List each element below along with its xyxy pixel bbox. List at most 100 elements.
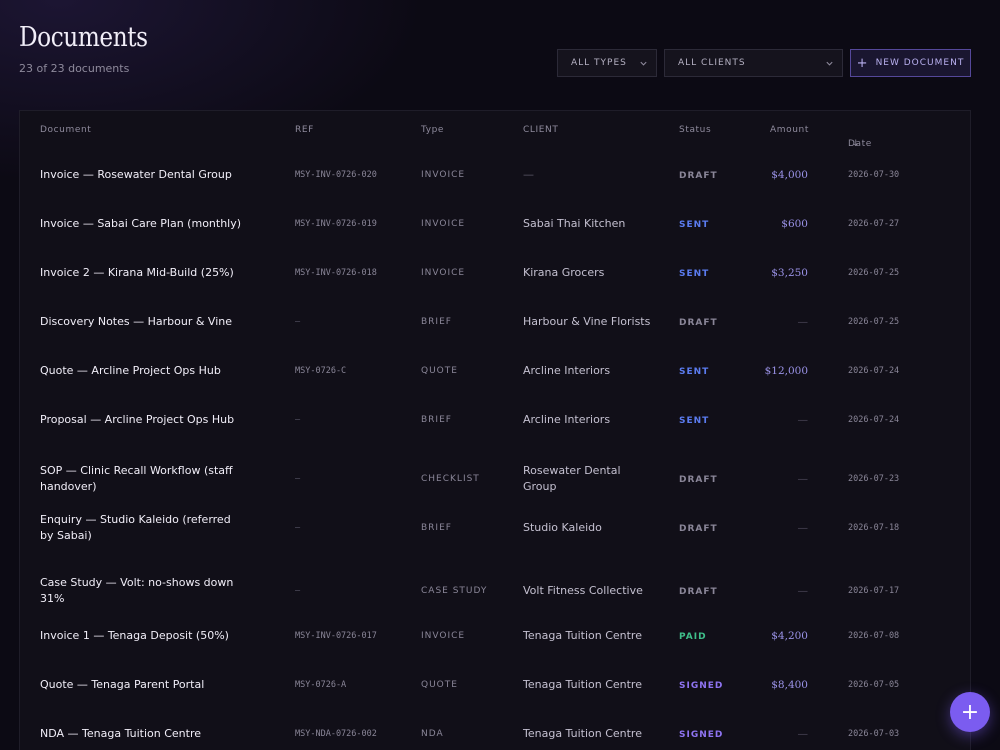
table-row[interactable]: NDA — Tenaga Tuition Centre MSY-NDA-0726-… (20, 709, 970, 750)
client-filter-select[interactable]: ALL CLIENTS (664, 49, 843, 77)
status-badge: SENT (679, 415, 710, 426)
document-name: Discovery Notes — Harbour & Vine (40, 314, 232, 328)
table-row[interactable]: Proposal — Arcline Project Ops Hub — BRIEF… (20, 395, 970, 444)
document-type: QUOTE (421, 679, 458, 690)
document-amount: — (797, 585, 809, 597)
page-title: Documents (19, 22, 148, 53)
document-amount: $4,200 (771, 629, 808, 642)
status-badge: DRAFT (679, 587, 718, 597)
document-date: 2026-07-24 (848, 365, 900, 376)
document-type: INVOICE (421, 218, 466, 229)
document-ref: MSY-INV-0726-017 (295, 630, 377, 641)
status-badge: PAID (679, 631, 707, 642)
document-amount: $600 (781, 217, 808, 230)
document-date: 2026-07-27 (848, 218, 900, 229)
status-badge: SIGNED (679, 729, 724, 740)
document-name: Invoice — Sabai Care Plan (monthly) (40, 216, 242, 230)
document-amount: $4,000 (771, 168, 808, 181)
document-date: 2026-07-08 (848, 630, 900, 641)
chevron-down-icon (826, 61, 833, 66)
add-document-fab[interactable]: + (950, 692, 990, 732)
document-name: Invoice 2 — Kirana Mid-Build (25%) (40, 265, 234, 279)
chevron-down-icon (640, 61, 647, 66)
table-row[interactable]: Invoice 2 — Kirana Mid-Build (25%) MSY-IN… (20, 248, 970, 297)
table-row[interactable]: Discovery Notes — Harbour & Vine — BRIEF Ha… (20, 297, 970, 346)
documents-table: Document REF Type CLIENT Status Amount D… (19, 110, 971, 750)
column-header-document[interactable]: Document (40, 125, 91, 135)
status-badge: DRAFT (679, 523, 718, 534)
document-date: 2026-07-18 (848, 522, 900, 533)
document-amount: — (797, 521, 809, 534)
document-client: Rosewater Dental Group (523, 463, 621, 493)
document-date: 2026-07-30 (848, 169, 900, 180)
document-date: 2026-07-03 (848, 728, 900, 739)
document-ref: MSY-0726-A (295, 679, 347, 690)
document-name: Invoice — Rosewater Dental Group (40, 167, 232, 181)
document-ref: — (295, 473, 301, 484)
status-badge: SENT (679, 219, 710, 230)
table-row[interactable]: Quote — Tenaga Parent Portal MSY-0726-A QU… (20, 660, 970, 709)
table-header: Document REF Type CLIENT Status Amount D… (20, 111, 970, 151)
document-type: BRIEF (421, 522, 452, 533)
document-ref: — (295, 414, 301, 425)
document-type: BRIEF (421, 414, 452, 425)
sort-descending-icon: ↓ (852, 139, 861, 149)
document-client: Volt Fitness Collective (523, 584, 643, 597)
document-amount: — (797, 727, 809, 740)
document-client: Tenaga Tuition Centre (523, 628, 642, 642)
table-row[interactable]: Quote — Arcline Project Ops Hub MSY-0726-… (20, 346, 970, 395)
new-document-label: NEW DOCUMENT (875, 58, 965, 68)
status-badge: DRAFT (679, 474, 718, 485)
document-type: QUOTE (421, 365, 458, 376)
document-amount: $8,400 (771, 678, 808, 691)
document-ref: MSY-INV-0726-018 (295, 267, 377, 278)
document-type: BRIEF (421, 316, 452, 327)
document-date: 2026-07-17 (848, 586, 900, 596)
document-name: Enquiry — Studio Kaleido (referred by Sa… (40, 512, 231, 542)
document-client: Harbour & Vine Florists (523, 314, 651, 328)
document-type: INVOICE (421, 169, 466, 180)
column-header-status[interactable]: Status (679, 125, 711, 135)
status-badge: DRAFT (679, 170, 718, 181)
status-badge: DRAFT (679, 317, 718, 328)
document-date: 2026-07-24 (848, 414, 900, 425)
document-date: 2026-07-25 (848, 267, 900, 278)
column-header-client[interactable]: CLIENT (523, 125, 558, 135)
new-document-button[interactable]: + NEW DOCUMENT (850, 49, 971, 77)
table-row[interactable]: Invoice 1 — Tenaga Deposit (50%) MSY-INV-… (20, 611, 970, 660)
column-header-amount[interactable]: Amount (770, 125, 809, 135)
column-header-ref[interactable]: REF (295, 125, 314, 135)
document-client: Sabai Thai Kitchen (523, 216, 626, 230)
document-name: Invoice 1 — Tenaga Deposit (50%) (40, 628, 229, 642)
document-client: Tenaga Tuition Centre (523, 677, 642, 691)
document-name: Quote — Arcline Project Ops Hub (40, 363, 221, 377)
column-header-type[interactable]: Type (421, 125, 444, 135)
document-date: 2026-07-05 (848, 679, 900, 690)
toolbar: ALL TYPES ALL CLIENTS + NEW DOCUMENT (557, 49, 971, 77)
table-row[interactable]: Invoice — Rosewater Dental Group MSY-INV-… (20, 150, 970, 199)
document-amount: $12,000 (764, 364, 808, 377)
document-name: NDA — Tenaga Tuition Centre (40, 726, 201, 740)
document-date: 2026-07-25 (848, 316, 900, 327)
type-filter-value: ALL TYPES (571, 58, 627, 68)
document-date: 2026-07-23 (848, 473, 900, 484)
table-row[interactable]: Invoice — Sabai Care Plan (monthly) MSY-I… (20, 199, 970, 248)
document-client: Tenaga Tuition Centre (523, 726, 642, 740)
client-filter-value: ALL CLIENTS (678, 58, 746, 68)
document-ref: MSY-NDA-0726-002 (295, 728, 377, 739)
status-badge: SIGNED (679, 680, 724, 691)
document-type: CHECKLIST (421, 473, 480, 484)
table-row[interactable]: Enquiry — Studio Kaleido (referred by Sa… (20, 503, 970, 552)
document-amount: $3,250 (771, 266, 808, 279)
document-name: Quote — Tenaga Parent Portal (40, 677, 205, 691)
document-ref: — (295, 586, 301, 596)
document-ref: MSY-INV-0726-020 (295, 169, 377, 180)
status-badge: SENT (679, 366, 710, 377)
document-ref: MSY-INV-0726-019 (295, 218, 377, 229)
document-name: SOP — Clinic Recall Workflow (staff hand… (40, 463, 233, 493)
document-client: Arcline Interiors (523, 412, 611, 426)
plus-icon: + (856, 55, 869, 71)
type-filter-select[interactable]: ALL TYPES (557, 49, 657, 77)
document-type: INVOICE (421, 267, 466, 278)
document-client: Kirana Grocers (523, 265, 605, 279)
